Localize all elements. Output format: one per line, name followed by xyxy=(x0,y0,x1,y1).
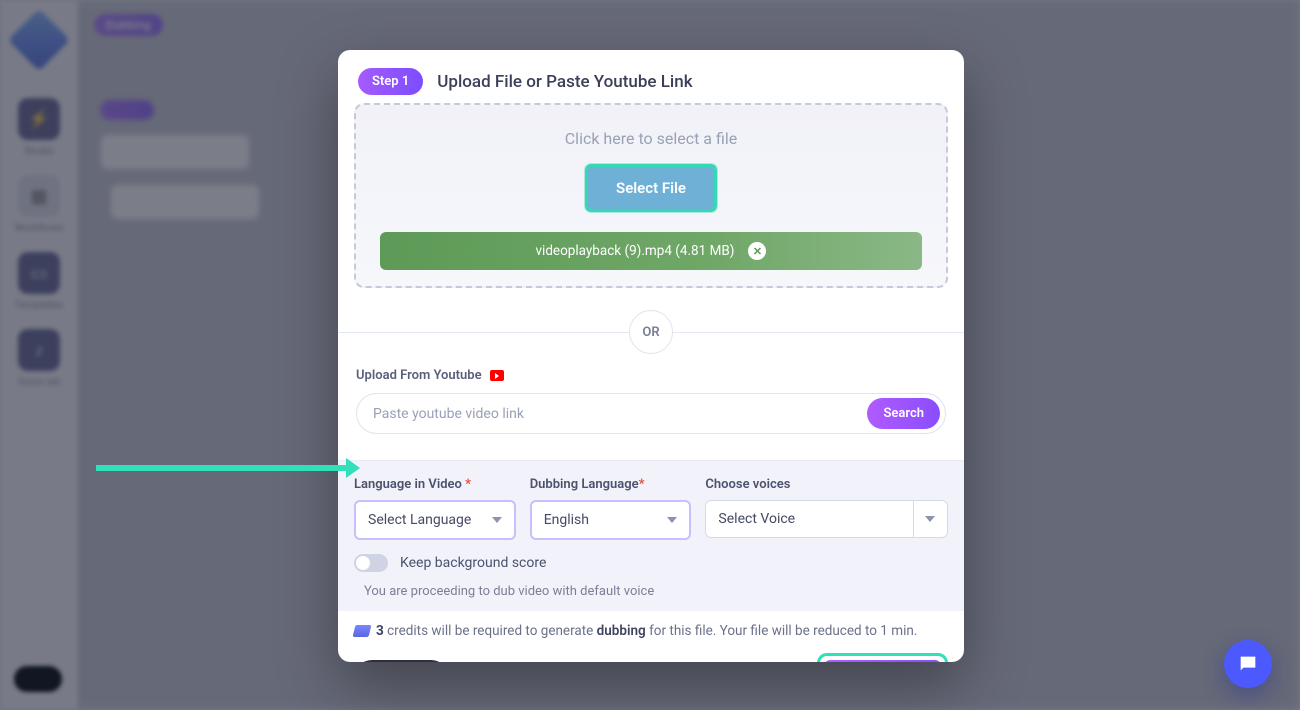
youtube-link-input[interactable] xyxy=(373,406,867,422)
dub-language-label: Dubbing Language* xyxy=(530,477,692,492)
step-title: Upload File or Paste Youtube Link xyxy=(437,72,692,92)
uploaded-file-name: videoplayback (9).mp4 (4.81 MB) xyxy=(536,243,735,259)
generate-button[interactable]: Generate → xyxy=(824,660,941,662)
youtube-input-row: Search xyxy=(356,393,946,434)
file-dropzone[interactable]: Click here to select a file Select File … xyxy=(354,103,948,288)
generate-button-highlight: Generate → xyxy=(817,653,948,662)
bottom-left-badge xyxy=(14,666,62,692)
chevron-down-icon xyxy=(492,517,502,523)
lang-in-video-select[interactable]: Select Language xyxy=(354,500,516,540)
keep-background-label: Keep background score xyxy=(400,555,546,571)
keep-background-toggle[interactable] xyxy=(354,554,388,572)
chevron-down-icon xyxy=(667,517,677,523)
annotation-arrow-icon xyxy=(96,465,346,471)
language-section: Language in Video * Select Language Dubb… xyxy=(338,460,964,611)
remove-file-icon[interactable]: ✕ xyxy=(748,242,766,260)
step-badge: Step 1 xyxy=(358,68,423,95)
dub-language-select[interactable]: English xyxy=(530,500,692,540)
select-file-button[interactable]: Select File xyxy=(585,164,717,212)
chat-support-button[interactable] xyxy=(1224,640,1272,688)
choose-voices-select[interactable]: Select Voice xyxy=(705,500,948,538)
youtube-section-label: Upload From Youtube xyxy=(356,368,946,383)
default-voice-note: You are proceeding to dub video with def… xyxy=(354,584,948,599)
or-label: OR xyxy=(629,310,673,354)
credits-info: 3 credits will be required to generate d… xyxy=(338,611,964,639)
youtube-icon xyxy=(490,370,504,381)
back-button[interactable]: ← Back xyxy=(354,660,449,662)
chevron-down-icon[interactable] xyxy=(914,500,948,538)
credits-icon xyxy=(353,625,372,637)
upload-modal: Step 1 Upload File or Paste Youtube Link… xyxy=(338,50,964,662)
dropzone-hint: Click here to select a file xyxy=(376,129,926,148)
divider-or: OR xyxy=(338,310,964,354)
uploaded-file-chip: videoplayback (9).mp4 (4.81 MB) ✕ xyxy=(380,232,922,270)
lang-in-video-label: Language in Video * xyxy=(354,477,516,492)
choose-voices-label: Choose voices xyxy=(705,477,948,492)
chat-icon xyxy=(1237,653,1259,675)
youtube-search-button[interactable]: Search xyxy=(867,398,940,429)
